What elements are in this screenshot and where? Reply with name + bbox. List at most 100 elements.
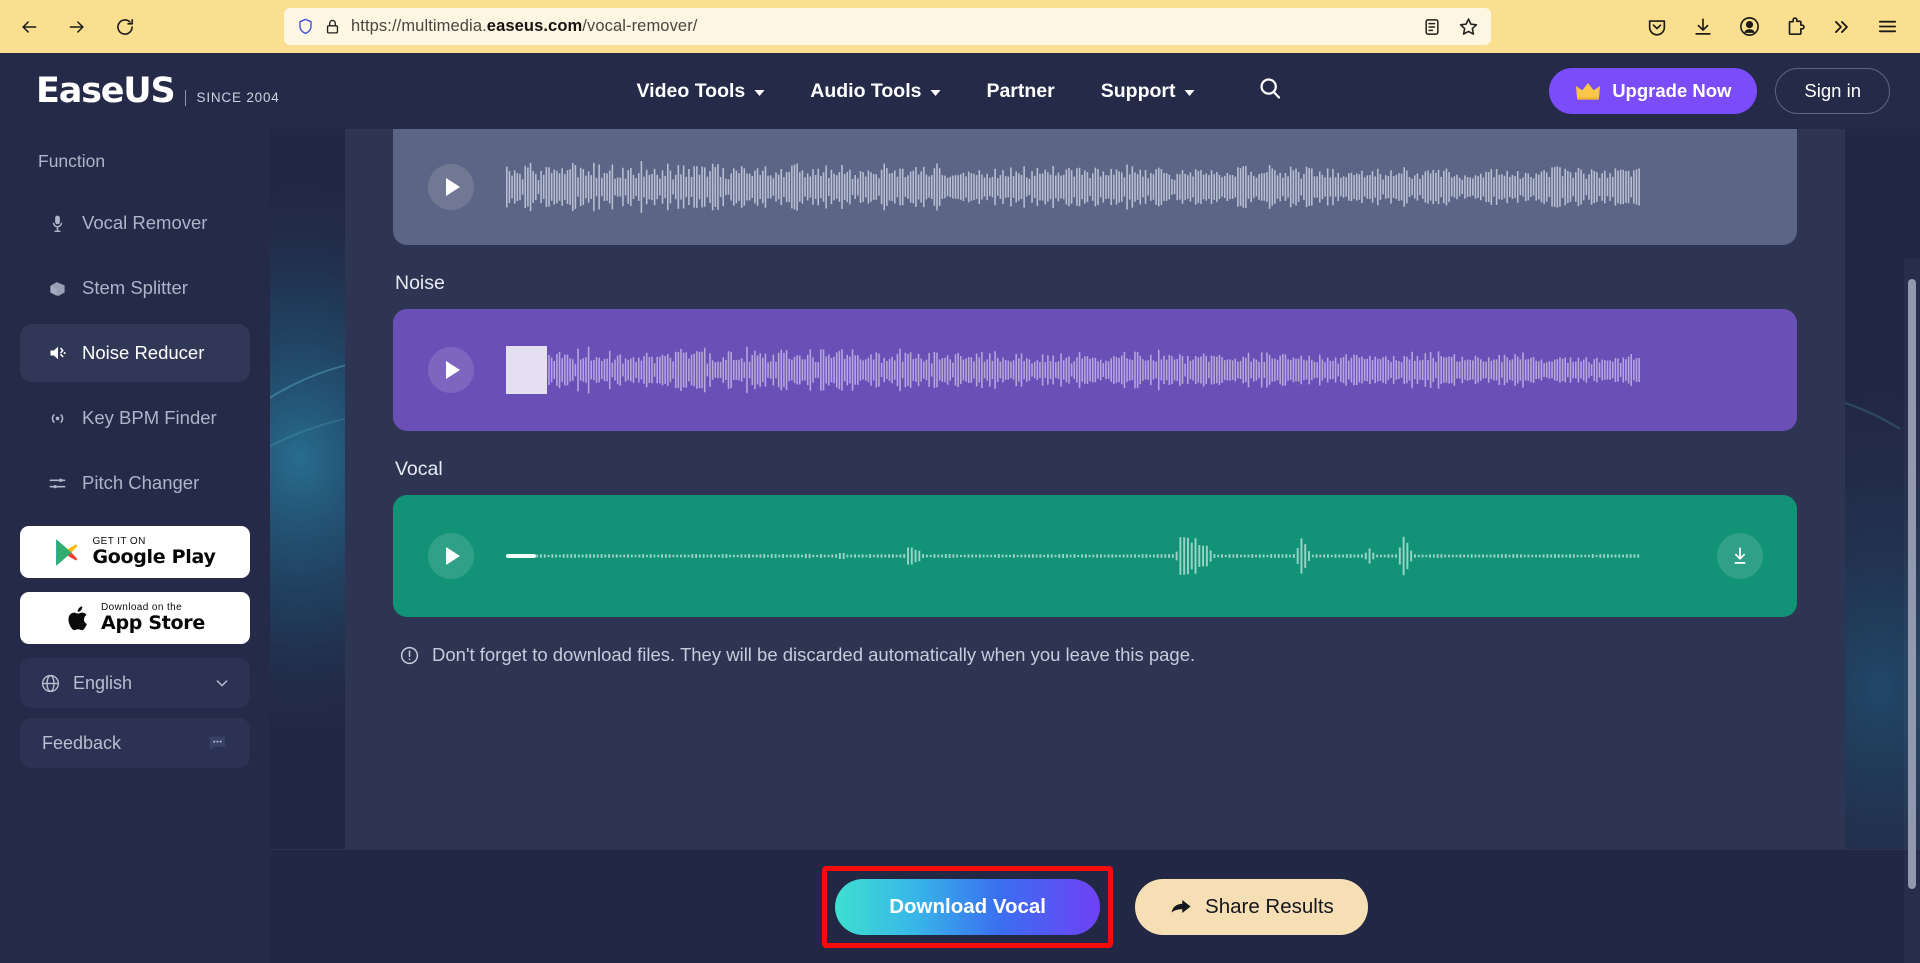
google-play-icon [56,539,78,565]
waveform-vocal-svg [506,536,1640,576]
sidebar-item-label: Key BPM Finder [82,407,217,428]
download-button-vocal[interactable] [1717,533,1763,579]
waveform-noise-svg [506,346,1640,394]
track-label-vocal: Vocal [395,458,443,480]
stem-split-icon [47,278,68,299]
sign-in-label: Sign in [1804,80,1861,101]
track-list: Noise Vocal Don't forget to download fil… [393,129,1797,666]
sidebar-title: Function [38,151,106,171]
download-reminder-note: Don't forget to download files. They wil… [399,644,1797,666]
search-icon [1260,78,1281,99]
star-bookmark-icon[interactable] [1458,16,1479,37]
language-label: English [73,672,133,693]
highlight-annotation: Download Vocal [822,865,1114,948]
chevron-down-icon [1184,89,1195,96]
play-button-vocal[interactable] [428,533,474,579]
speaker-wave-icon [47,343,68,364]
shield-icon[interactable] [296,17,315,36]
nav-item-partner[interactable]: Partner [986,80,1054,103]
nav-label: Video Tools [636,79,746,102]
sidebar-item-key-bpm-finder[interactable]: Key BPM Finder [20,389,250,447]
nav-item-audio-tools[interactable]: Audio Tools [810,79,941,103]
download-vocal-label: Download Vocal [889,894,1047,918]
download-icon [1734,547,1746,564]
play-button-mixture[interactable] [428,164,474,210]
waveform-vocal[interactable] [506,510,1797,602]
sidebar-item-label: Noise Reducer [82,342,205,363]
track-row-vocal[interactable] [393,495,1797,617]
globe-icon [41,674,60,692]
site-logo[interactable]: EaseUS SINCE 2004 [36,70,280,111]
info-circle-icon [400,646,419,664]
google-play-main: Google Play [92,546,216,569]
upgrade-label: Upgrade Now [1612,80,1732,101]
track-row-mixture[interactable] [393,129,1797,245]
sidebar-menu: Vocal Remover Stem Splitter Noise Reduce… [0,194,270,512]
upgrade-now-button[interactable]: Upgrade Now [1549,68,1758,114]
chevron-down-icon [930,89,941,96]
nav-item-video-tools[interactable]: Video Tools [637,80,765,103]
sidebar-item-noise-reducer[interactable]: Noise Reducer [20,324,250,382]
main-content: Noise Vocal Don't forget to download fil… [270,129,1920,963]
chevron-down-icon [216,680,228,687]
track-row-noise[interactable] [393,309,1797,431]
play-icon [446,547,460,565]
back-arrow-icon [22,20,37,33]
search-button[interactable] [1256,75,1283,107]
feedback-label: Feedback [42,732,122,753]
downloads-icon[interactable] [1680,7,1726,47]
back-button[interactable] [8,8,50,46]
forward-button[interactable] [56,8,98,46]
extensions-icon[interactable] [1772,7,1818,47]
sliders-icon [47,473,68,494]
sidebar-item-stem-splitter[interactable]: Stem Splitter [20,259,250,317]
sidebar-item-pitch-changer[interactable]: Pitch Changer [20,454,250,512]
chat-bubble-icon [209,736,226,751]
play-button-noise[interactable] [428,347,474,393]
feedback-button[interactable]: Feedback [20,718,250,768]
main-navigation: Video Tools Audio Tools Partner Support [637,75,1284,107]
sidebar-item-vocal-remover[interactable]: Vocal Remover [20,194,250,252]
logo-text: EaseUS [36,70,176,111]
site-header: EaseUS SINCE 2004 Video Tools Audio Tool… [0,53,1920,129]
browser-tool-icons [1634,0,1910,53]
share-results-button[interactable]: Share Results [1135,878,1368,935]
note-text: Don't forget to download files. They wil… [432,644,1196,665]
scrollbar-thumb[interactable] [1908,279,1916,889]
address-bar[interactable]: https://multimedia.easeus.com/vocal-remo… [284,8,1491,45]
overflow-chevrons-icon[interactable] [1818,7,1864,47]
google-play-button[interactable]: GET IT ON Google Play [20,526,250,578]
download-vocal-button[interactable]: Download Vocal [835,878,1101,935]
app-store-main: App Store [101,612,205,635]
waveform-mixture[interactable] [506,141,1797,233]
sidebar: Function Vocal Remover Stem Splitter Noi… [0,129,270,963]
nav-label: Audio Tools [810,79,922,102]
sidebar-item-label: Stem Splitter [82,277,188,298]
nav-label: Support [1100,79,1176,102]
url-text: https://multimedia.easeus.com/vocal-remo… [351,17,698,35]
share-results-label: Share Results [1205,894,1334,918]
padlock-icon[interactable] [324,18,341,35]
reader-view-icon[interactable] [1422,17,1442,37]
account-icon[interactable] [1726,7,1772,47]
play-icon [446,361,460,379]
waveform-noise[interactable] [506,324,1797,416]
waveform-mixture-svg [506,161,1640,213]
share-arrow-icon [1171,899,1191,913]
page-body: Function Vocal Remover Stem Splitter Noi… [0,129,1920,963]
crown-icon [1576,83,1601,100]
sidebar-item-label: Vocal Remover [82,212,208,233]
nav-item-support[interactable]: Support [1101,80,1195,103]
logo-tagline: SINCE 2004 [184,89,280,109]
hamburger-menu-icon[interactable] [1864,7,1910,47]
chevron-down-icon [754,89,765,96]
language-selector[interactable]: English [20,658,250,708]
app-store-button[interactable]: Download on the App Store [20,592,250,644]
sidebar-item-label: Pitch Changer [82,472,200,493]
apple-icon [68,605,87,630]
sign-in-button[interactable]: Sign in [1775,68,1890,114]
bpm-pulse-icon [47,408,68,429]
play-icon [446,178,460,196]
reload-button[interactable] [104,8,146,46]
pocket-save-icon[interactable] [1634,7,1680,47]
